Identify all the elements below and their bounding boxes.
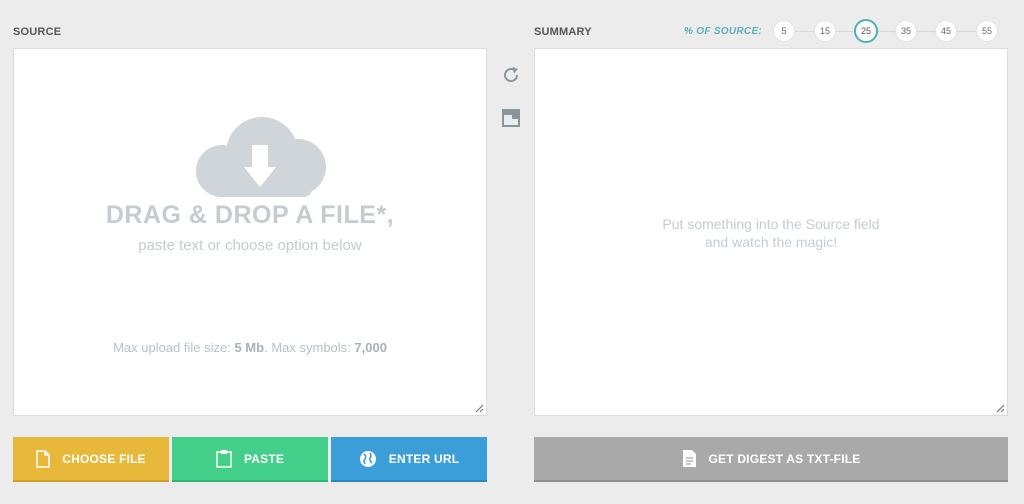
- choose-file-button[interactable]: CHOOSE FILE: [13, 437, 169, 482]
- enter-url-button[interactable]: ENTER URL: [331, 437, 487, 482]
- resize-grip-icon[interactable]: [475, 404, 484, 413]
- percent-option-55[interactable]: 55: [976, 20, 998, 42]
- refresh-icon[interactable]: [500, 64, 522, 86]
- cloud-download-icon: [196, 117, 326, 197]
- upload-limits: Max upload file size: 5 Mb. Max symbols:…: [14, 340, 486, 355]
- summary-output[interactable]: Put something into the Source field and …: [534, 48, 1008, 416]
- summary-hint-line2: and watch the magic!: [704, 234, 838, 250]
- summary-hint-line1: Put something into the Source field: [662, 216, 880, 232]
- drag-drop-title: DRAG & DROP A FILE*,: [105, 201, 395, 229]
- limits-middle: . Max symbols:: [264, 340, 355, 355]
- limits-symbols: 7,000: [354, 340, 387, 355]
- file-icon: [36, 449, 50, 468]
- limits-size: 5 Mb: [234, 340, 265, 355]
- percent-of-source-label: % OF SOURCE:: [684, 26, 763, 37]
- get-digest-label: GET DIGEST AS TXT-FILE: [708, 451, 861, 466]
- paste-button[interactable]: PASTE: [172, 437, 328, 482]
- choose-file-label: CHOOSE FILE: [62, 451, 146, 466]
- percent-option-35[interactable]: 35: [895, 20, 917, 42]
- enter-url-label: ENTER URL: [388, 451, 460, 466]
- limits-prefix: Max upload file size:: [113, 340, 235, 355]
- globe-icon: [359, 450, 377, 468]
- summary-label: SUMMARY: [534, 26, 592, 38]
- get-digest-button[interactable]: GET DIGEST AS TXT-FILE: [534, 437, 1008, 482]
- resize-grip-icon[interactable]: [996, 404, 1005, 413]
- percent-option-5[interactable]: 5: [773, 20, 795, 42]
- drag-drop-subtitle: paste text or choose option below: [138, 237, 362, 254]
- source-label: SOURCE: [13, 26, 62, 38]
- percent-option-15[interactable]: 15: [814, 20, 836, 42]
- percent-option-45[interactable]: 45: [935, 20, 957, 42]
- expand-window-icon[interactable]: [500, 107, 522, 129]
- paste-label: PASTE: [243, 451, 285, 466]
- clipboard-icon: [216, 449, 232, 468]
- source-dropzone[interactable]: DRAG & DROP A FILE*, paste text or choos…: [13, 48, 487, 416]
- document-icon: [682, 449, 697, 468]
- summary-hint: Put something into the Source field and …: [535, 215, 1007, 251]
- percent-option-25-selected[interactable]: 25: [854, 19, 878, 43]
